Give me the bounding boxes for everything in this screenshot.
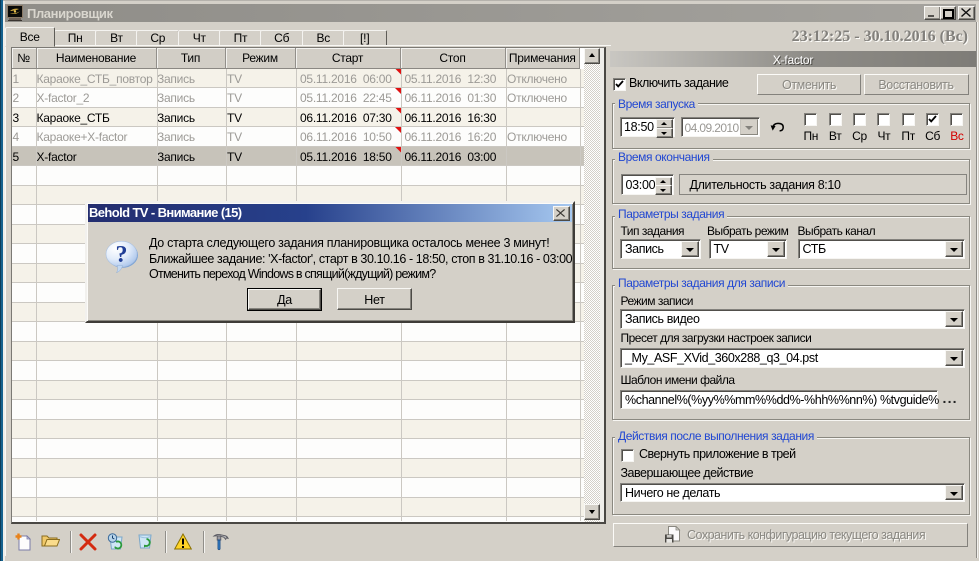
svg-text:?: ? (115, 242, 127, 268)
